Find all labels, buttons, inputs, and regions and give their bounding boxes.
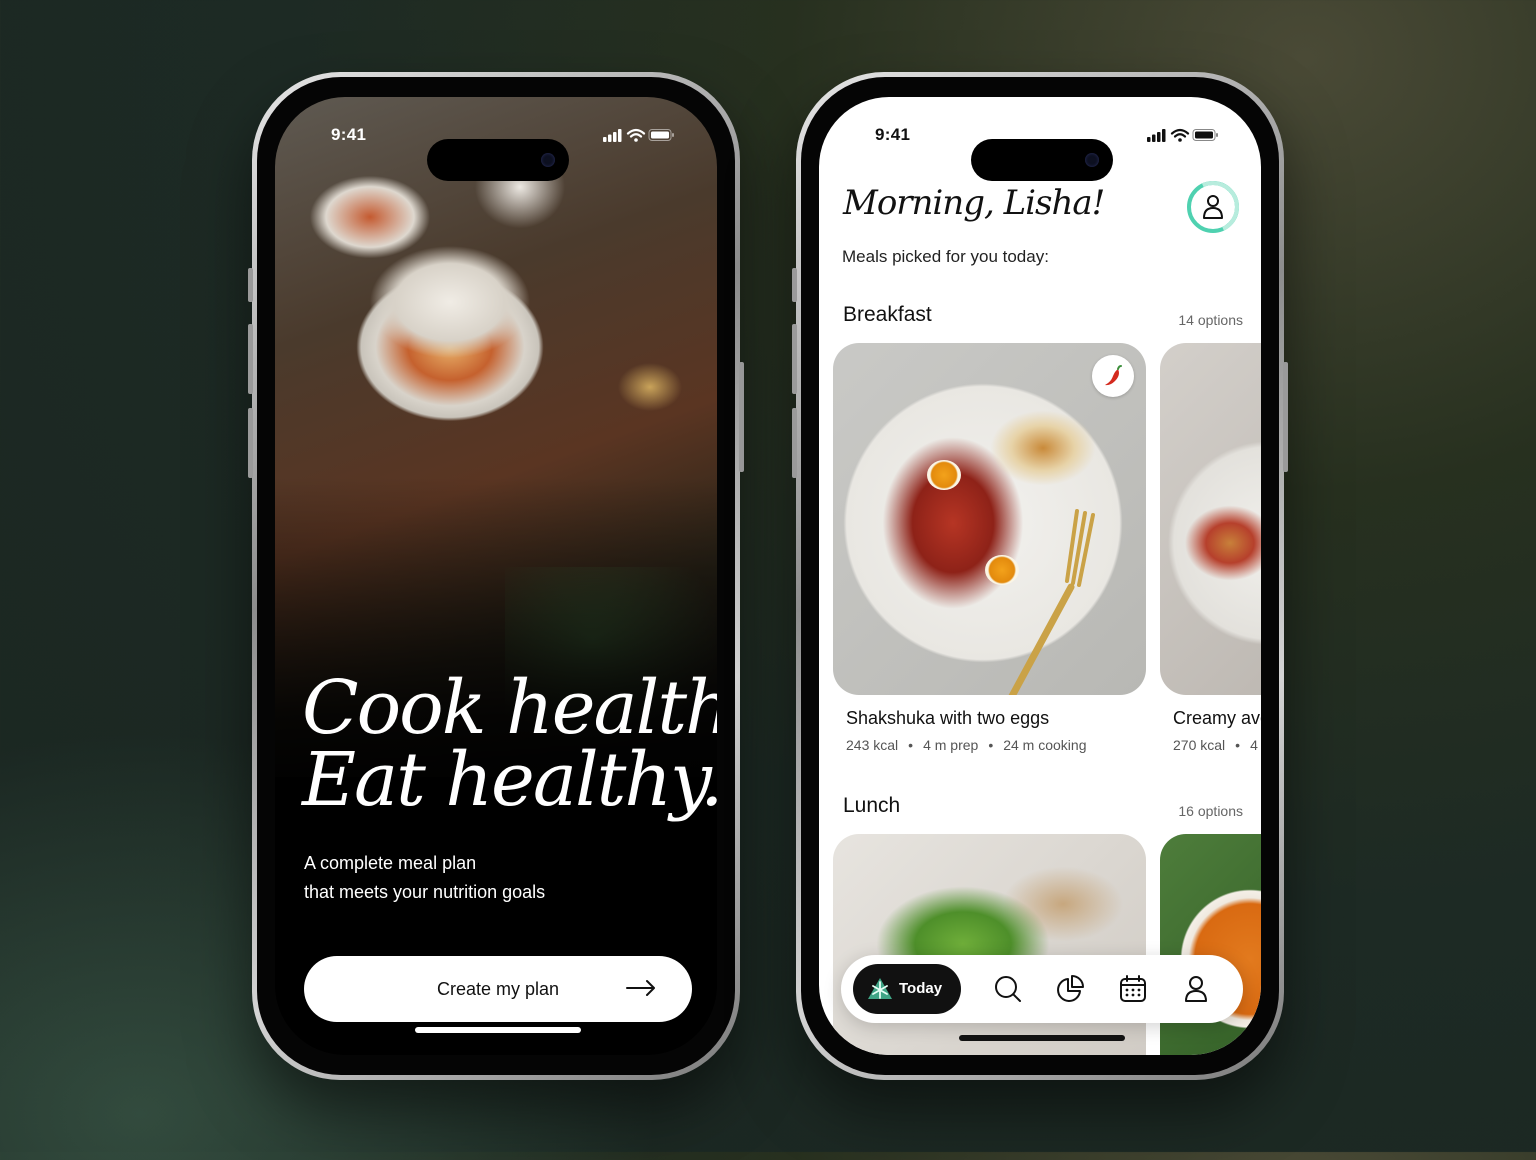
meal-meta: 243 kcal • 4 m prep • 24 m cooking <box>846 737 1087 753</box>
nav-search-tab[interactable] <box>993 974 1023 1004</box>
meal-name: Creamy avo <box>1173 708 1261 728</box>
onboarding-screen: 9:41 Cook healt Eat healthy. A complete … <box>275 97 717 1055</box>
nav-calendar-tab[interactable] <box>1118 974 1148 1004</box>
lunch-options-link[interactable]: 16 options <box>1178 803 1243 819</box>
meal-meta: 270 kcal•4 m <box>1173 737 1261 753</box>
home-indicator[interactable] <box>415 1027 581 1033</box>
meal-prep: 4 m prep <box>923 737 979 753</box>
side-button <box>739 362 744 472</box>
side-button <box>248 268 253 302</box>
status-bar: 9:41 <box>275 125 717 181</box>
create-plan-button[interactable]: Create my plan <box>304 956 692 1022</box>
home-indicator[interactable] <box>959 1035 1125 1041</box>
section-title-breakfast: Breakfast <box>843 303 932 326</box>
profile-avatar-button[interactable] <box>1187 181 1239 233</box>
nav-today-label: Today <box>899 980 943 997</box>
camera-icon <box>541 153 555 167</box>
home-phone: 9:41 Morning, Lisha! Meals picked for yo… <box>792 72 1288 1080</box>
meals-subtitle: Meals picked for you today: <box>842 247 1049 266</box>
calendar-icon <box>1120 975 1146 1002</box>
dynamic-island <box>971 139 1113 181</box>
side-button <box>248 324 253 394</box>
headline: Cook healthy. Eat healthy. <box>302 665 717 823</box>
onboarding-phone: 9:41 Cook healt Eat healthy. A complete … <box>248 72 744 1080</box>
wifi-icon <box>1170 128 1190 138</box>
status-icons <box>603 127 675 148</box>
breakfast-options-link[interactable]: 14 options <box>1178 312 1243 328</box>
camera-icon <box>1085 153 1099 167</box>
meal-kcal: 270 kcal <box>1173 737 1226 753</box>
headline-line-1: Cook healthy. <box>302 665 717 751</box>
chili-pepper-icon <box>1105 365 1122 386</box>
nav-profile-tab[interactable] <box>1181 974 1211 1004</box>
status-bar: 9:41 <box>819 125 1261 181</box>
meal-name: Shakshuka with two eggs <box>846 708 1050 728</box>
battery-icon <box>1192 129 1218 141</box>
fork-icon <box>1008 509 1095 695</box>
pie-chart-icon <box>1057 975 1084 1002</box>
spicy-badge <box>1092 355 1134 397</box>
side-button <box>248 408 253 478</box>
side-button <box>792 408 797 478</box>
side-button <box>1283 362 1288 472</box>
wifi-icon <box>626 128 646 138</box>
meal-card-creamy-avo[interactable] <box>1160 343 1261 695</box>
signal-icon <box>603 129 622 142</box>
signal-icon <box>1147 129 1166 142</box>
meal-kcal: 243 kcal <box>846 737 899 753</box>
user-icon <box>1203 195 1223 219</box>
battery-icon <box>648 129 674 141</box>
egg-yolk <box>927 460 961 490</box>
dynamic-island <box>427 139 569 181</box>
status-icons <box>1147 127 1219 148</box>
meal-prep: 4 m <box>1250 737 1261 753</box>
search-icon <box>995 976 1021 1002</box>
meal-card-shakshuka[interactable] <box>833 343 1146 695</box>
headline-line-2: Eat healthy. <box>302 737 717 823</box>
today-icon <box>868 978 892 999</box>
subtitle-line-1: A complete meal plan <box>304 853 477 873</box>
bottom-nav: Today <box>841 955 1243 1023</box>
home-screen: 9:41 Morning, Lisha! Meals picked for yo… <box>819 97 1261 1055</box>
status-time: 9:41 <box>875 125 911 144</box>
meal-cooking: 24 m cooking <box>1003 737 1087 753</box>
nav-stats-tab[interactable] <box>1055 974 1085 1004</box>
section-title-lunch: Lunch <box>843 794 901 817</box>
nav-today-tab[interactable]: Today <box>853 964 961 1014</box>
side-button <box>792 324 797 394</box>
status-time: 9:41 <box>331 125 367 144</box>
onboarding-subtitle: A complete meal plan that meets your nut… <box>304 849 545 907</box>
profile-icon <box>1185 976 1207 1002</box>
greeting: Morning, Lisha! <box>843 183 1105 223</box>
side-button <box>792 268 797 302</box>
arrow-right-icon <box>626 979 656 1000</box>
subtitle-line-2: that meets your nutrition goals <box>304 882 546 902</box>
